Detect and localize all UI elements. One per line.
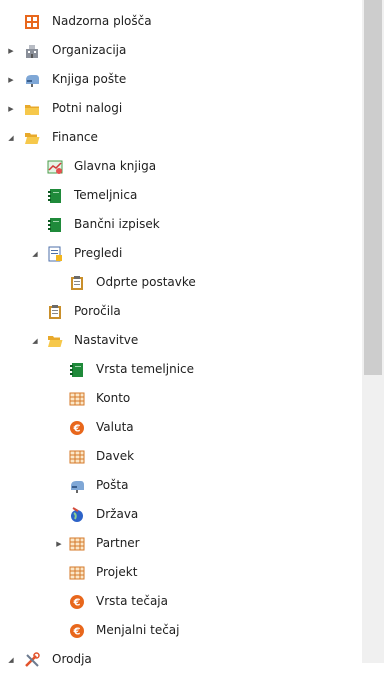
globe-icon [69,507,85,523]
tree-item-label: Valuta [96,420,134,434]
euro-icon: € [69,623,85,639]
mailbox-icon [69,478,85,494]
tree-item-label: Finance [52,130,98,144]
expanded-arrow-icon[interactable]: ◢ [30,239,40,268]
table-icon [69,449,85,465]
tree-item-odprte-postavke[interactable]: Odprte postavke [0,268,362,297]
tree-item-nastavitve[interactable]: ◢ Nastavitve [0,326,362,355]
clipboard-icon [69,275,85,291]
scrollbar-thumb[interactable] [364,0,382,375]
tree-item-label: Poročila [74,304,121,318]
collapsed-arrow-icon[interactable]: ▶ [6,36,16,65]
folder-open-icon [47,333,63,349]
tree-item-posta[interactable]: Pošta [0,471,362,500]
tree-item-partner[interactable]: ▶ Partner [0,529,362,558]
collapsed-arrow-icon[interactable]: ▶ [54,529,64,558]
tree-item-temeljnica[interactable]: Temeljnica [0,181,362,210]
tree-item-davek[interactable]: Davek [0,442,362,471]
tree-item-potni-nalogi[interactable]: ▶ Potni nalogi [0,94,362,123]
expanded-arrow-icon[interactable]: ◢ [6,645,16,674]
tree-item-menjalni-tecaj[interactable]: € Menjalni tečaj [0,616,362,645]
chart-icon [47,159,63,175]
tree-item-finance[interactable]: ◢ Finance [0,123,362,152]
tree-item-label: Potni nalogi [52,101,123,115]
tree-item-valuta[interactable]: € Valuta [0,413,362,442]
tree-item-vrsta-temeljnice[interactable]: Vrsta temeljnice [0,355,362,384]
tree-item-label: Organizacija [52,43,127,57]
table-icon [69,536,85,552]
report-list-icon [47,246,63,262]
tree-item-label: Pošta [96,478,129,492]
tree-item-porocila[interactable]: Poročila [0,297,362,326]
navigation-tree: Nadzorna plošča ▶ Organizacija ▶ Knjiga pošt… [0,0,362,667]
tree-item-projekt[interactable]: Projekt [0,558,362,587]
tree-item-orodja[interactable]: ◢ Orodja [0,645,362,674]
folder-icon [24,101,40,117]
tree-item-bancni-izpisek[interactable]: Bančni izpisek [0,210,362,239]
expanded-arrow-icon[interactable]: ◢ [30,326,40,355]
tree-item-organizacija[interactable]: ▶ Organizacija [0,36,362,65]
table-icon [69,391,85,407]
table-icon [69,565,85,581]
tree-item-label: Orodja [52,652,92,666]
tree-item-nadzorna-plosca[interactable]: Nadzorna plošča [0,7,362,36]
tree-item-vrsta-tecaja[interactable]: € Vrsta tečaja [0,587,362,616]
tree-item-label: Nadzorna plošča [52,14,152,28]
vertical-scrollbar[interactable] [362,0,384,663]
svg-text:€: € [73,627,81,638]
tree-item-label: Država [96,507,139,521]
tree-item-label: Knjiga pošte [52,72,127,86]
ledger-icon [47,217,63,233]
tree-item-drzava[interactable]: Država [0,500,362,529]
tree-item-label: Vrsta temeljnice [96,362,195,376]
building-icon [24,43,40,59]
euro-icon: € [69,594,85,610]
tree-item-label: Projekt [96,565,138,579]
dashboard-icon [24,14,40,30]
tree-item-knjiga-poste[interactable]: ▶ Knjiga pošte [0,65,362,94]
svg-text:€: € [73,598,81,609]
euro-icon: € [69,420,85,436]
tree-item-label: Glavna knjiga [74,159,157,173]
tree-item-label: Odprte postavke [96,275,196,289]
tree-item-label: Pregledi [74,246,123,260]
tree-item-konto[interactable]: Konto [0,384,362,413]
expanded-arrow-icon[interactable]: ◢ [6,123,16,152]
tree-item-label: Partner [96,536,140,550]
tree-item-label: Nastavitve [74,333,139,347]
ledger-icon [47,188,63,204]
tree-item-glavna-knjiga[interactable]: Glavna knjiga [0,152,362,181]
ledger-icon [69,362,85,378]
svg-text:€: € [73,424,81,435]
collapsed-arrow-icon[interactable]: ▶ [6,94,16,123]
tree-item-label: Menjalni tečaj [96,623,180,637]
tree-item-label: Konto [96,391,131,405]
tree-item-label: Vrsta tečaja [96,594,168,608]
tree-item-label: Bančni izpisek [74,217,160,231]
clipboard-icon [47,304,63,320]
tools-icon [24,652,40,668]
folder-open-icon [24,130,40,146]
collapsed-arrow-icon[interactable]: ▶ [6,65,16,94]
tree-item-label: Temeljnica [74,188,138,202]
tree-item-label: Davek [96,449,135,463]
mailbox-icon [24,72,40,88]
tree-item-pregledi[interactable]: ◢ Pregledi [0,239,362,268]
